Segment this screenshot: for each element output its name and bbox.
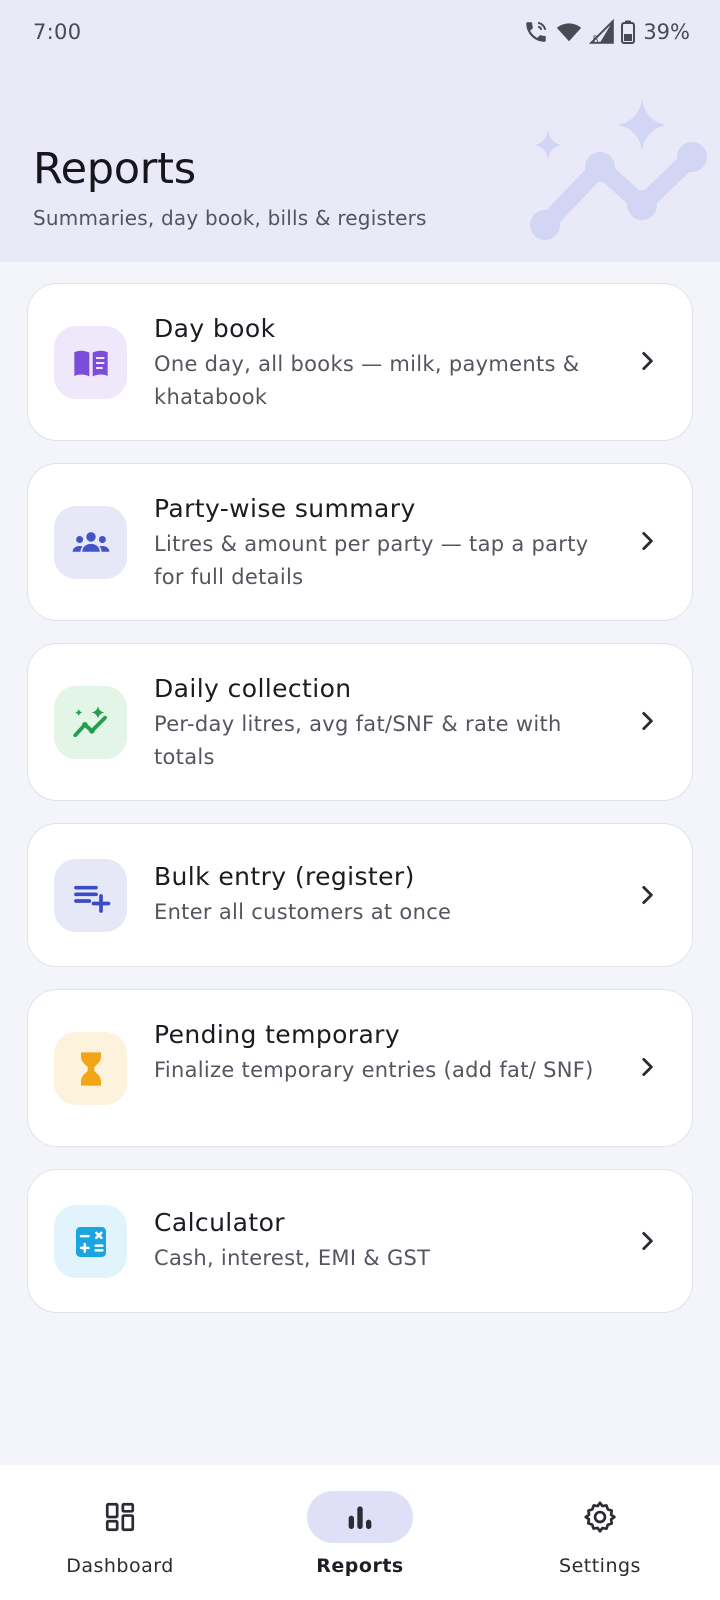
card-icon-bg [54,326,127,399]
calculator-icon [75,1226,106,1257]
report-card-calculator[interactable]: Calculator Cash, interest, EMI & GST [27,1169,693,1313]
call-wifi-icon [526,21,547,42]
battery-icon [621,20,636,44]
card-title: Day book [154,314,276,343]
gear-icon [584,1501,616,1533]
bar-chart-icon [348,1506,372,1529]
card-description: Finalize temporary entries (add fat/ SNF… [154,1058,594,1082]
group-icon [72,531,109,552]
nav-label: Reports [316,1555,404,1577]
chevron-right-icon [642,712,653,730]
card-description: Litres & amount per party — tap a party … [154,532,589,589]
report-card-bulk-entry[interactable]: Bulk entry (register) Enter all customer… [27,823,693,967]
chevron-right-icon [642,1058,653,1076]
trend-sparkle-icon [72,705,107,737]
status-time: 7:00 [33,20,82,44]
card-title: Calculator [154,1208,285,1237]
card-description: Enter all customers at once [154,900,452,924]
book-open-icon [73,350,108,376]
page-subtitle: Summaries, day book, bills & registers [33,206,427,230]
report-card-daily-collection[interactable]: Daily collection Per-day litres, avg fat… [27,643,693,801]
hourglass-icon [80,1051,101,1086]
bottom-navigation: Dashboard Reports Settings [0,1465,720,1600]
card-icon-bg [54,686,127,759]
card-description: One day, all books — milk, payments & kh… [154,352,580,409]
card-title: Daily collection [154,674,352,703]
chevron-right-icon [642,532,653,550]
card-icon-bg [54,859,127,932]
nav-pill [67,1491,173,1543]
nav-item-reports[interactable]: Reports [260,1465,460,1600]
chevron-right-icon [642,886,653,904]
report-card-party-wise-summary[interactable]: Party-wise summary Litres & amount per p… [27,463,693,621]
reports-header: 7:00 R 39% Reports Summaries, day book, [0,0,720,262]
nav-item-settings[interactable]: Settings [500,1465,700,1600]
battery-percent: 39% [643,20,690,44]
card-icon-bg [54,506,127,579]
card-description: Per-day litres, avg fat/SNF & rate with … [154,712,562,769]
status-icons: R 39% [523,18,690,46]
page-title: Reports [33,144,196,194]
card-icon-bg [54,1205,127,1278]
nav-pill [547,1491,653,1543]
svg-text:R: R [593,35,599,45]
trend-decoration-icon [530,100,707,240]
nav-pill-active [307,1491,413,1543]
chevron-right-icon [642,352,653,370]
signal-roaming-icon: R [589,19,615,45]
card-icon-bg [54,1032,127,1105]
card-title: Bulk entry (register) [154,862,415,891]
dashboard-icon [105,1502,135,1532]
status-bar: 7:00 R 39% [0,0,720,64]
report-card-pending-temporary[interactable]: Pending temporary Finalize temporary ent… [27,989,693,1147]
nav-label: Dashboard [66,1555,174,1577]
card-title: Pending temporary [154,1020,401,1049]
wifi-icon [557,23,582,42]
chevron-right-icon [642,1232,653,1250]
playlist-add-icon [73,885,110,913]
card-description: Cash, interest, EMI & GST [154,1246,431,1270]
report-card-day-book[interactable]: Day book One day, all books — milk, paym… [27,283,693,441]
card-title: Party-wise summary [154,494,416,523]
nav-label: Settings [559,1555,641,1577]
nav-item-dashboard[interactable]: Dashboard [20,1465,220,1600]
